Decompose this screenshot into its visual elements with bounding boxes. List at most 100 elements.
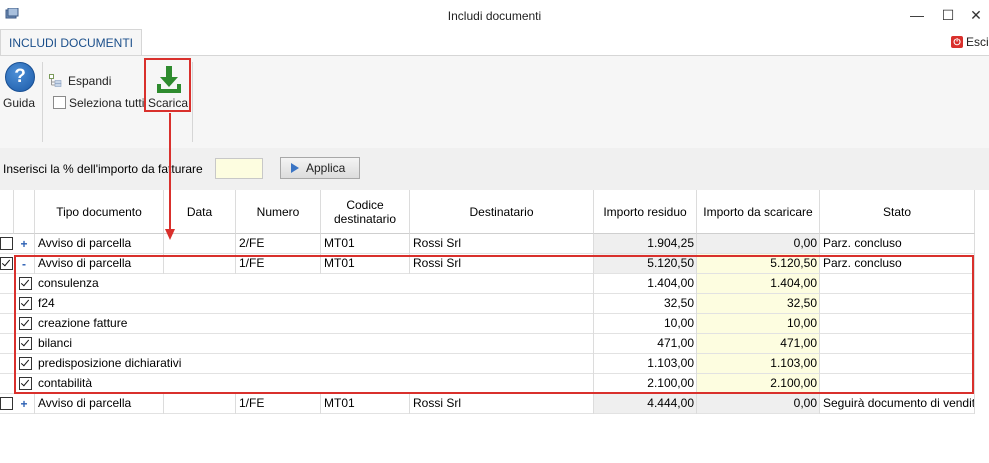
column-divider (974, 394, 975, 414)
download-icon (157, 66, 181, 93)
col-header-tipo[interactable]: Tipo documento (35, 190, 164, 234)
column-divider (409, 234, 410, 254)
cell-voce: consulenza (38, 276, 99, 290)
column-divider (974, 274, 975, 294)
cell-data (164, 394, 236, 413)
cell-voce: contabilità (38, 376, 93, 390)
column-divider (696, 394, 697, 414)
column-divider (235, 394, 236, 414)
cell-residuo: 1.404,00 (647, 276, 694, 290)
row-checkbox[interactable] (0, 257, 13, 270)
column-divider (819, 334, 820, 354)
download-button[interactable]: Scarica (144, 58, 191, 112)
col-header-residuo[interactable]: Importo residuo (594, 190, 697, 234)
cell-voce: bilanci (38, 336, 73, 350)
column-divider (593, 314, 594, 334)
table-subrow[interactable]: consulenza 1.404,00 1.404,00 (0, 274, 975, 294)
row-checkbox[interactable] (0, 237, 13, 250)
col-header-destinatario[interactable]: Destinatario (410, 190, 594, 234)
tab-includi-documenti[interactable]: INCLUDI DOCUMENTI (0, 29, 142, 56)
power-icon: ⏻ (951, 36, 963, 48)
help-icon: ? (5, 62, 35, 92)
column-divider (974, 294, 975, 314)
expand-row-icon[interactable]: + (18, 235, 30, 254)
cell-numero: 2/FE (239, 236, 265, 250)
title-bar: Includi documenti — ☐ ✕ (0, 0, 989, 31)
table-subrow[interactable]: f24 32,50 32,50 (0, 294, 975, 314)
table-subrow[interactable]: contabilità 2.100,00 2.100,00 (0, 374, 975, 394)
apply-button[interactable]: Applica (280, 157, 360, 179)
cell-scaricare: 1.404,00 (697, 274, 820, 293)
table-subrow[interactable]: predisposizione dichiarativi 1.103,00 1.10… (0, 354, 975, 374)
cell-residuo: 1.103,00 (647, 356, 694, 370)
column-divider (593, 234, 594, 254)
subrow-checkbox[interactable] (19, 337, 32, 350)
column-divider (696, 274, 697, 294)
column-divider (819, 234, 820, 254)
subrow-checkbox[interactable] (19, 277, 32, 290)
cell-residuo: 32,50 (663, 296, 694, 310)
table-row[interactable]: + Avviso di parcella 2/FE MT01 Rossi Srl 1.90… (0, 234, 975, 254)
collapse-row-icon[interactable]: - (18, 255, 30, 274)
expand-row-icon[interactable]: + (18, 395, 30, 414)
cell-stato: Parz. concluso (823, 236, 902, 250)
column-divider (593, 354, 594, 374)
row-checkbox[interactable] (0, 397, 13, 410)
subrow-checkbox[interactable] (19, 297, 32, 310)
col-header-numero[interactable]: Numero (236, 190, 321, 234)
cell-scaricare: 0,00 (697, 394, 820, 413)
select-all-checkbox[interactable] (53, 96, 66, 109)
cell-residuo: 471,00 (657, 336, 694, 350)
cell-stato: Parz. concluso (823, 256, 902, 270)
expand-tree-icon (49, 74, 62, 87)
column-divider (819, 354, 820, 374)
column-divider (696, 374, 697, 394)
column-divider (696, 254, 697, 274)
col-header-codice[interactable]: Codice destinatario (321, 190, 410, 234)
play-icon (291, 163, 299, 173)
cell-scaricare: 32,50 (697, 294, 820, 313)
column-divider (696, 314, 697, 334)
column-divider (974, 254, 975, 274)
ribbon-separator (192, 62, 193, 142)
column-divider (819, 294, 820, 314)
column-divider (974, 354, 975, 374)
subrow-checkbox[interactable] (19, 317, 32, 330)
column-divider (593, 254, 594, 274)
col-header-scaricare[interactable]: Importo da scaricare (697, 190, 820, 234)
column-divider (974, 374, 975, 394)
cell-tipo: Avviso di parcella (38, 256, 132, 270)
cell-destinatario: Rossi Srl (413, 236, 462, 250)
minimize-icon[interactable]: — (904, 4, 930, 26)
cell-residuo: 10,00 (663, 316, 694, 330)
column-divider (819, 374, 820, 394)
column-divider (696, 234, 697, 254)
select-all-label: Seleziona tutti (69, 96, 145, 110)
maximize-icon[interactable]: ☐ (935, 4, 961, 26)
col-header-stato[interactable]: Stato (820, 190, 975, 234)
column-divider (593, 334, 594, 354)
subrow-checkbox[interactable] (19, 357, 32, 370)
exit-label: Esci (966, 35, 989, 49)
subrow-checkbox[interactable] (19, 377, 32, 390)
column-divider (593, 294, 594, 314)
cell-voce: predisposizione dichiarativi (38, 356, 182, 370)
column-divider (34, 394, 35, 414)
apply-label: Applica (306, 161, 346, 175)
ribbon-separator (42, 62, 43, 142)
cell-residuo: 1.904,25 (594, 234, 697, 253)
table-subrow[interactable]: bilanci 471,00 471,00 (0, 334, 975, 354)
cell-tipo: Avviso di parcella (38, 396, 132, 410)
cell-voce: f24 (38, 296, 55, 310)
table-subrow[interactable]: creazione fatture 10,00 10,00 (0, 314, 975, 334)
close-icon[interactable]: ✕ (963, 4, 989, 26)
percent-input[interactable] (215, 158, 263, 179)
cell-destinatario: Rossi Srl (413, 256, 462, 270)
column-divider (235, 254, 236, 274)
help-button[interactable]: ? Guida (2, 60, 38, 116)
table-row[interactable]: + Avviso di parcella 1/FE MT01 Rossi Srl 4.44… (0, 394, 975, 414)
column-divider (593, 394, 594, 414)
table-row[interactable]: - Avviso di parcella 1/FE MT01 Rossi Srl 5.12… (0, 254, 975, 274)
column-divider (819, 274, 820, 294)
cell-codice: MT01 (324, 236, 355, 250)
